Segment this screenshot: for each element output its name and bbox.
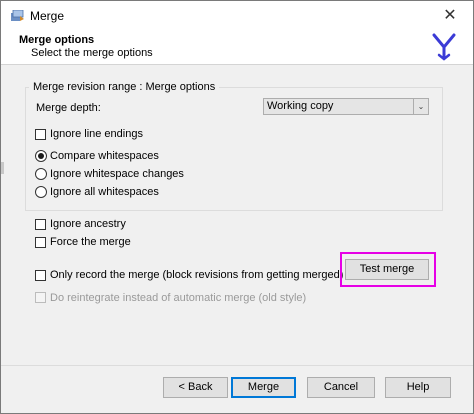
ignore-all-whitespaces-label[interactable]: Ignore all whitespaces bbox=[50, 186, 159, 198]
merge-depth-value: Working copy bbox=[267, 100, 334, 112]
reintegrate-label: Do reintegrate instead of automatic merg… bbox=[50, 292, 307, 304]
merge-app-icon bbox=[11, 10, 24, 21]
window-title: Merge bbox=[30, 9, 65, 23]
force-merge-checkbox[interactable] bbox=[35, 237, 46, 248]
reintegrate-checkbox bbox=[35, 292, 46, 303]
ignore-line-endings-label[interactable]: Ignore line endings bbox=[50, 128, 143, 140]
wizard-header: Merge options Select the merge options bbox=[1, 31, 473, 63]
ignore-all-whitespaces-radio[interactable] bbox=[35, 186, 47, 198]
test-merge-button[interactable]: Test merge bbox=[345, 259, 429, 280]
merge-logo-icon bbox=[432, 33, 456, 61]
cancel-button[interactable]: Cancel bbox=[307, 377, 375, 398]
title-bar: Merge ✕ bbox=[1, 1, 473, 31]
help-button[interactable]: Help bbox=[385, 377, 451, 398]
merge-depth-label: Merge depth: bbox=[36, 102, 101, 114]
chevron-down-icon: ⌄ bbox=[413, 99, 428, 114]
dialog-body: Merge revision range : Merge options Mer… bbox=[1, 65, 473, 365]
page-title: Merge options bbox=[19, 34, 95, 46]
ignore-whitespace-changes-radio[interactable] bbox=[35, 168, 47, 180]
page-subtitle: Select the merge options bbox=[31, 47, 153, 59]
close-button[interactable]: ✕ bbox=[427, 1, 473, 31]
ignore-whitespace-changes-label[interactable]: Ignore whitespace changes bbox=[50, 168, 184, 180]
compare-whitespaces-label[interactable]: Compare whitespaces bbox=[50, 150, 159, 162]
close-icon: ✕ bbox=[443, 7, 457, 24]
ignore-ancestry-checkbox[interactable] bbox=[35, 219, 46, 230]
only-record-checkbox[interactable] bbox=[35, 270, 46, 281]
side-marker bbox=[1, 162, 4, 174]
force-merge-label[interactable]: Force the merge bbox=[50, 236, 131, 248]
only-record-label[interactable]: Only record the merge (block revisions f… bbox=[50, 269, 343, 281]
ignore-line-endings-checkbox[interactable] bbox=[35, 129, 46, 140]
merge-depth-select[interactable]: Working copy ⌄ bbox=[263, 98, 429, 115]
back-button[interactable]: < Back bbox=[163, 377, 228, 398]
ignore-ancestry-label[interactable]: Ignore ancestry bbox=[50, 218, 126, 230]
merge-dialog: Merge ✕ Merge options Select the merge o… bbox=[0, 0, 474, 414]
radio-selected-dot bbox=[38, 153, 44, 159]
group-title: Merge revision range : Merge options bbox=[29, 81, 220, 93]
merge-button[interactable]: Merge bbox=[231, 377, 296, 398]
compare-whitespaces-radio[interactable] bbox=[35, 150, 47, 162]
